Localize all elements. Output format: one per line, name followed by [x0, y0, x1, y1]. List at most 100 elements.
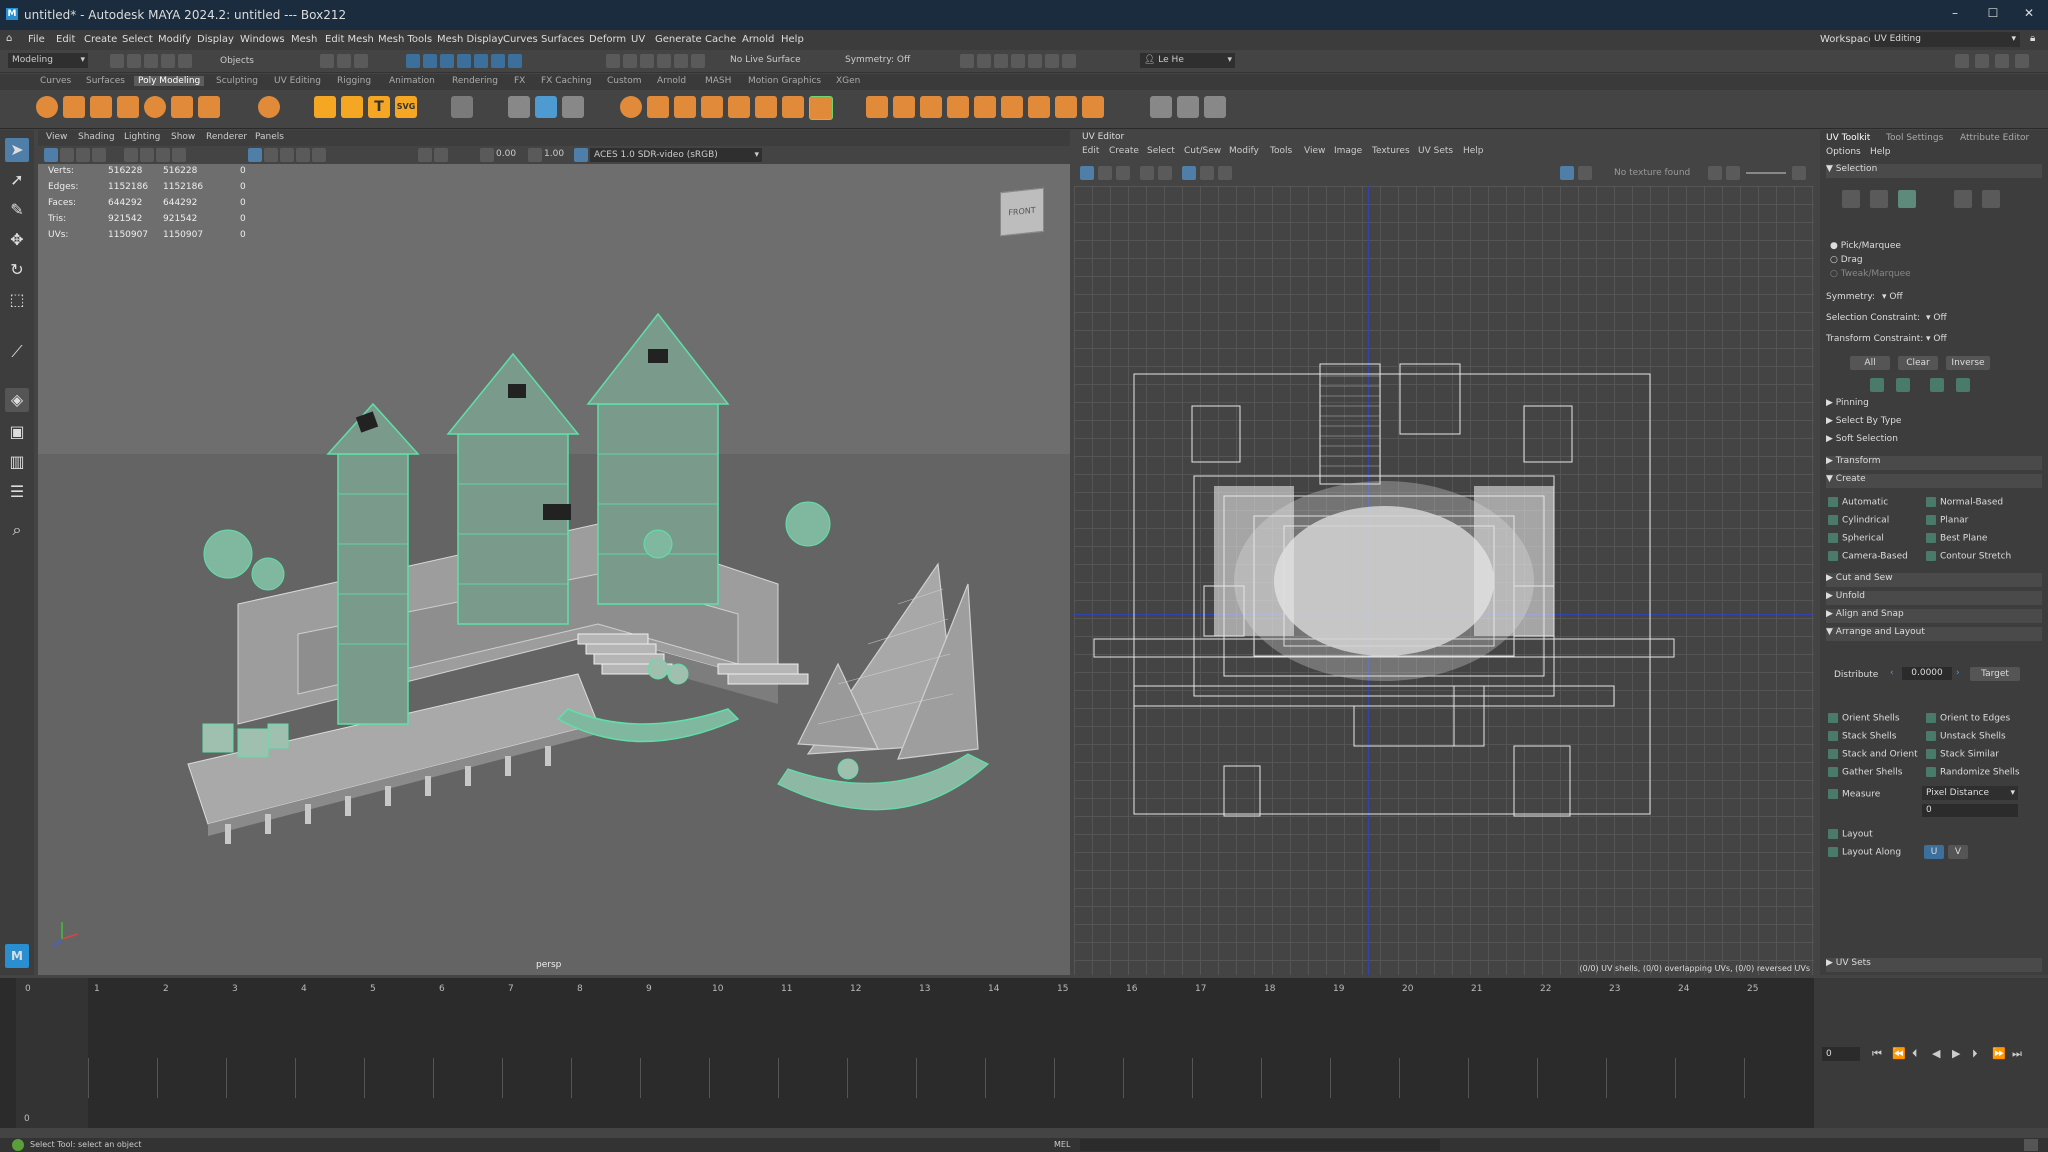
select-clear-button[interactable]: Clear: [1898, 356, 1938, 370]
poly-cylinder-icon[interactable]: [90, 96, 112, 118]
uv-mode-icon[interactable]: [1954, 190, 1972, 208]
time-slider[interactable]: 0 1 2 3 4 5 6 7 8 9 10 11 12 13 14 15 16…: [0, 978, 1814, 1128]
snap-grid-icon[interactable]: [606, 54, 620, 68]
stack-similar-button[interactable]: Stack Similar: [1926, 749, 1999, 760]
section-align-and-snap[interactable]: ▶ Align and Snap: [1826, 609, 2042, 623]
poly-cone-icon[interactable]: [117, 96, 139, 118]
tab-tool-settings[interactable]: Tool Settings: [1886, 133, 1943, 143]
rotate-tool-icon[interactable]: ↻: [5, 258, 29, 282]
symmetry-label[interactable]: Symmetry: Off: [845, 55, 910, 65]
grow-shrink-icon[interactable]: [1870, 378, 1884, 392]
distribute-target-button[interactable]: Target: [1970, 667, 2020, 681]
uv-shells[interactable]: [1074, 186, 1814, 975]
go-to-end-icon[interactable]: ⏭: [2012, 1047, 2022, 1061]
render-icon[interactable]: [977, 54, 991, 68]
stack-shells-button[interactable]: Stack Shells: [1828, 731, 1896, 742]
layout-single-icon[interactable]: ▣: [5, 420, 29, 444]
multi-cut-icon[interactable]: [866, 96, 888, 118]
workspace-dropdown[interactable]: UV Editing ▾: [1870, 32, 2020, 47]
section-cut-and-sew[interactable]: ▶ Cut and Sew: [1826, 573, 2042, 587]
select-by-object-icon[interactable]: [337, 54, 351, 68]
shelf-tab-arnold[interactable]: Arnold: [657, 76, 686, 86]
create-contour-stretch-button[interactable]: Contour Stretch: [1926, 551, 2011, 562]
menu-curves[interactable]: Curves: [503, 34, 538, 45]
uv-menu-textures[interactable]: Textures: [1372, 146, 1410, 156]
uv-tool-icon[interactable]: [1726, 166, 1740, 180]
unstack-shells-button[interactable]: Unstack Shells: [1926, 731, 2006, 742]
menu-mesh-display[interactable]: Mesh Display: [437, 34, 503, 45]
menu-arnold[interactable]: Arnold: [742, 34, 774, 45]
xray-icon[interactable]: [434, 148, 448, 162]
layout-along-v-button[interactable]: V: [1948, 845, 1968, 859]
gamma-icon[interactable]: [528, 148, 542, 162]
poly-cube-icon[interactable]: [63, 96, 85, 118]
poly-platonic-icon[interactable]: [258, 96, 280, 118]
create-automatic-button[interactable]: Automatic: [1828, 497, 1888, 508]
user-dropdown[interactable]: 👤︎ Le He ▾: [1140, 53, 1235, 68]
wireframe-icon[interactable]: [248, 148, 262, 162]
select-all-button[interactable]: All: [1850, 356, 1890, 370]
uv-planar-icon[interactable]: [1204, 96, 1226, 118]
distribute-decrement[interactable]: ‹: [1890, 668, 1894, 678]
minimize-button[interactable]: –: [1940, 6, 1970, 24]
play-forward-icon[interactable]: ▶: [1952, 1047, 1960, 1060]
menu-mesh[interactable]: Mesh: [291, 34, 317, 45]
sculpt-brush-icon[interactable]: [1150, 96, 1172, 118]
boolean-icon[interactable]: [620, 96, 642, 118]
shelf-tab-rendering[interactable]: Rendering: [452, 76, 498, 86]
section-unfold[interactable]: ▶ Unfold: [1826, 591, 2042, 605]
undo-icon[interactable]: [161, 54, 175, 68]
new-scene-icon[interactable]: [110, 54, 124, 68]
maya-home-icon[interactable]: M: [5, 944, 29, 968]
outliner-icon[interactable]: ☰: [5, 480, 29, 504]
xform-constraint-dropdown[interactable]: ▾ Off: [1926, 334, 1947, 344]
section-create[interactable]: ▼ Create: [1826, 474, 2042, 488]
play-backward-icon[interactable]: ◀: [1932, 1047, 1940, 1060]
type-tool-icon[interactable]: T: [368, 96, 390, 118]
select-by-hierarchy-icon[interactable]: [320, 54, 334, 68]
menu-modify[interactable]: Modify: [158, 34, 191, 45]
cleanup-icon[interactable]: [809, 96, 833, 120]
lock-icon[interactable]: 🔒︎: [2030, 33, 2035, 44]
select-mask-icon[interactable]: [508, 54, 522, 68]
texture-display-icon[interactable]: [1560, 166, 1574, 180]
checker-icon[interactable]: [1578, 166, 1592, 180]
shelf-tab-mash[interactable]: MASH: [705, 76, 731, 86]
tab-attribute-editor[interactable]: Attribute Editor: [1960, 133, 2029, 143]
bevel-icon[interactable]: [701, 96, 723, 118]
uv-tool-icon[interactable]: [1116, 166, 1130, 180]
poly-plane-icon[interactable]: [171, 96, 193, 118]
measure-type-dropdown[interactable]: Pixel Distance ▾: [1922, 786, 2018, 800]
uv-menu-help[interactable]: Help: [1463, 146, 1484, 156]
last-tool-icon[interactable]: ⟋: [5, 340, 29, 364]
grid-toggle-icon[interactable]: [124, 148, 138, 162]
grow-shrink-icon[interactable]: [1956, 378, 1970, 392]
stack-and-orient-button[interactable]: Stack and Orient: [1828, 749, 1918, 760]
sel-constraint-dropdown[interactable]: ▾ Off: [1926, 313, 1947, 323]
mode-dropdown[interactable]: Modeling ▾: [8, 53, 88, 68]
layout-button[interactable]: Layout: [1828, 829, 1873, 840]
vp-menu-renderer[interactable]: Renderer: [206, 132, 247, 142]
perspective-viewport[interactable]: Verts: 516228 516228 0 Edges: 1152186 11…: [38, 164, 1070, 975]
grow-shrink-icon[interactable]: [1930, 378, 1944, 392]
menu-deform[interactable]: Deform: [589, 34, 626, 45]
fill-hole-icon[interactable]: [755, 96, 777, 118]
shadows-icon[interactable]: [312, 148, 326, 162]
orient-to-edges-button[interactable]: Orient to Edges: [1926, 713, 2010, 724]
menu-cache[interactable]: Cache: [705, 34, 736, 45]
separate-icon[interactable]: [535, 96, 557, 118]
layout-along-button[interactable]: Layout Along: [1828, 847, 1901, 858]
paint-select-icon[interactable]: ✎: [5, 198, 29, 222]
offset-edge-loop-icon[interactable]: [920, 96, 942, 118]
distribute-field[interactable]: 0.0000: [1902, 667, 1952, 680]
vp-menu-panels[interactable]: Panels: [255, 132, 284, 142]
menu-help[interactable]: Help: [781, 34, 804, 45]
quad-draw-icon[interactable]: [947, 96, 969, 118]
connect-icon[interactable]: [1001, 96, 1023, 118]
shelf-tab-rigging[interactable]: Rigging: [337, 76, 371, 86]
shelf-tab-fx-caching[interactable]: FX Caching: [541, 76, 592, 86]
panel-layout-icon[interactable]: [1995, 54, 2009, 68]
shelf-tab-poly-modeling[interactable]: Poly Modeling: [134, 76, 205, 86]
render-icon[interactable]: [960, 54, 974, 68]
select-mask-icon[interactable]: [423, 54, 437, 68]
